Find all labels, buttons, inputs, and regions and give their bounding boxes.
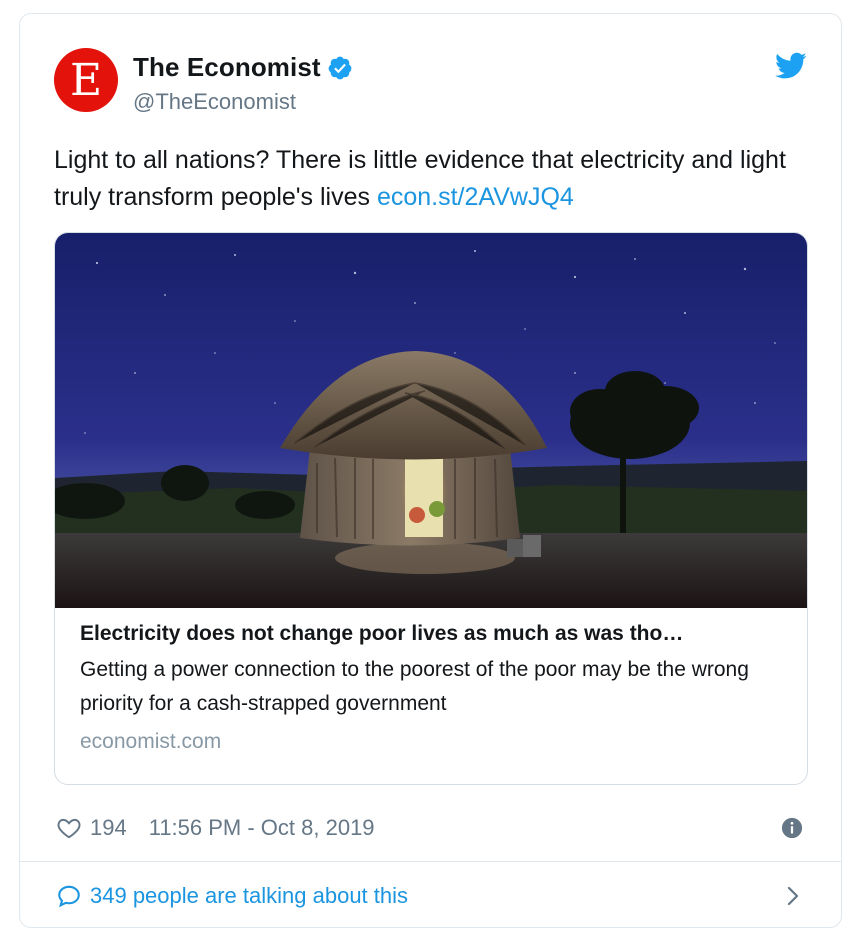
heart-icon[interactable] [56,815,82,841]
chevron-right-icon[interactable] [785,884,801,908]
tweet-text: Light to all nations? There is little ev… [54,142,814,216]
card-body: Electricity does not change poor lives a… [80,618,782,757]
card-title[interactable]: Electricity does not change poor lives a… [80,618,782,650]
chat-bubble-icon [58,885,80,908]
tweet-header: E The Economist @TheEconomist [54,48,813,118]
twitter-bird-icon[interactable] [775,52,807,80]
like-count[interactable]: 194 [90,815,127,841]
conversation-link[interactable]: 349 people are talking about this [56,876,807,916]
tweet-card[interactable]: E The Economist @TheEconomist Light to a… [19,13,842,928]
info-icon[interactable] [781,817,803,839]
author-names[interactable]: The Economist @TheEconomist [133,52,353,115]
tweet-link[interactable]: econ.st/2AVwJQ4 [377,183,574,211]
timestamp[interactable]: 11:56 PM - Oct 8, 2019 [149,815,375,841]
conversation-text[interactable]: 349 people are talking about this [90,883,408,909]
card-description: Getting a power connection to the poores… [80,658,749,715]
card-image[interactable] [55,233,808,608]
handle[interactable]: @TheEconomist [133,89,353,115]
verified-badge-icon [328,56,352,79]
display-name[interactable]: The Economist [133,52,321,83]
card-domain: economist.com [80,730,222,753]
tweet-meta: 194 11:56 PM - Oct 8, 2019 [56,810,807,846]
avatar-letter: E [69,55,103,106]
divider [20,861,841,862]
link-preview-card[interactable]: Electricity does not change poor lives a… [54,232,808,785]
display-name-row: The Economist [133,52,353,83]
avatar[interactable]: E [54,48,118,112]
